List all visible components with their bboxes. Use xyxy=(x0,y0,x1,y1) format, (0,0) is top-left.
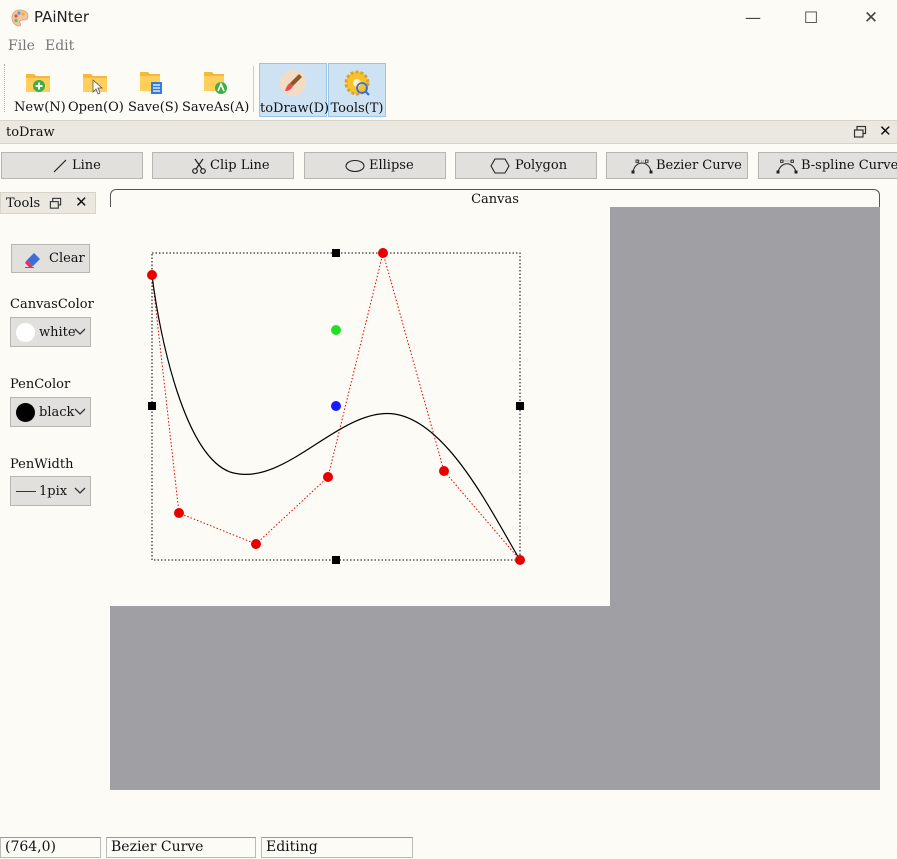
status-mode: Bezier Curve xyxy=(106,837,256,858)
center-handle[interactable] xyxy=(331,401,341,411)
control-point[interactable] xyxy=(378,248,388,258)
control-point[interactable] xyxy=(323,472,333,482)
status-bar: (764,0) Bezier Curve Editing xyxy=(0,836,897,859)
control-point[interactable] xyxy=(147,270,157,280)
control-point[interactable] xyxy=(251,539,261,549)
control-point[interactable] xyxy=(174,508,184,518)
control-point[interactable] xyxy=(515,555,525,565)
bezier-curve[interactable] xyxy=(151,274,521,561)
painter-window: PAiNter — ☐ ✕ File Edit New(N) Open(O) S… xyxy=(0,0,897,859)
status-state: Editing xyxy=(261,837,413,858)
resize-handle-right[interactable] xyxy=(516,402,524,410)
resize-handle-top[interactable] xyxy=(332,249,340,257)
status-coords: (764,0) xyxy=(0,837,101,858)
rotate-handle[interactable] xyxy=(331,325,341,335)
resize-handle-bottom[interactable] xyxy=(332,556,340,564)
drawing-overlay xyxy=(147,248,525,565)
control-point[interactable] xyxy=(439,466,449,476)
resize-handle-left[interactable] xyxy=(148,402,156,410)
